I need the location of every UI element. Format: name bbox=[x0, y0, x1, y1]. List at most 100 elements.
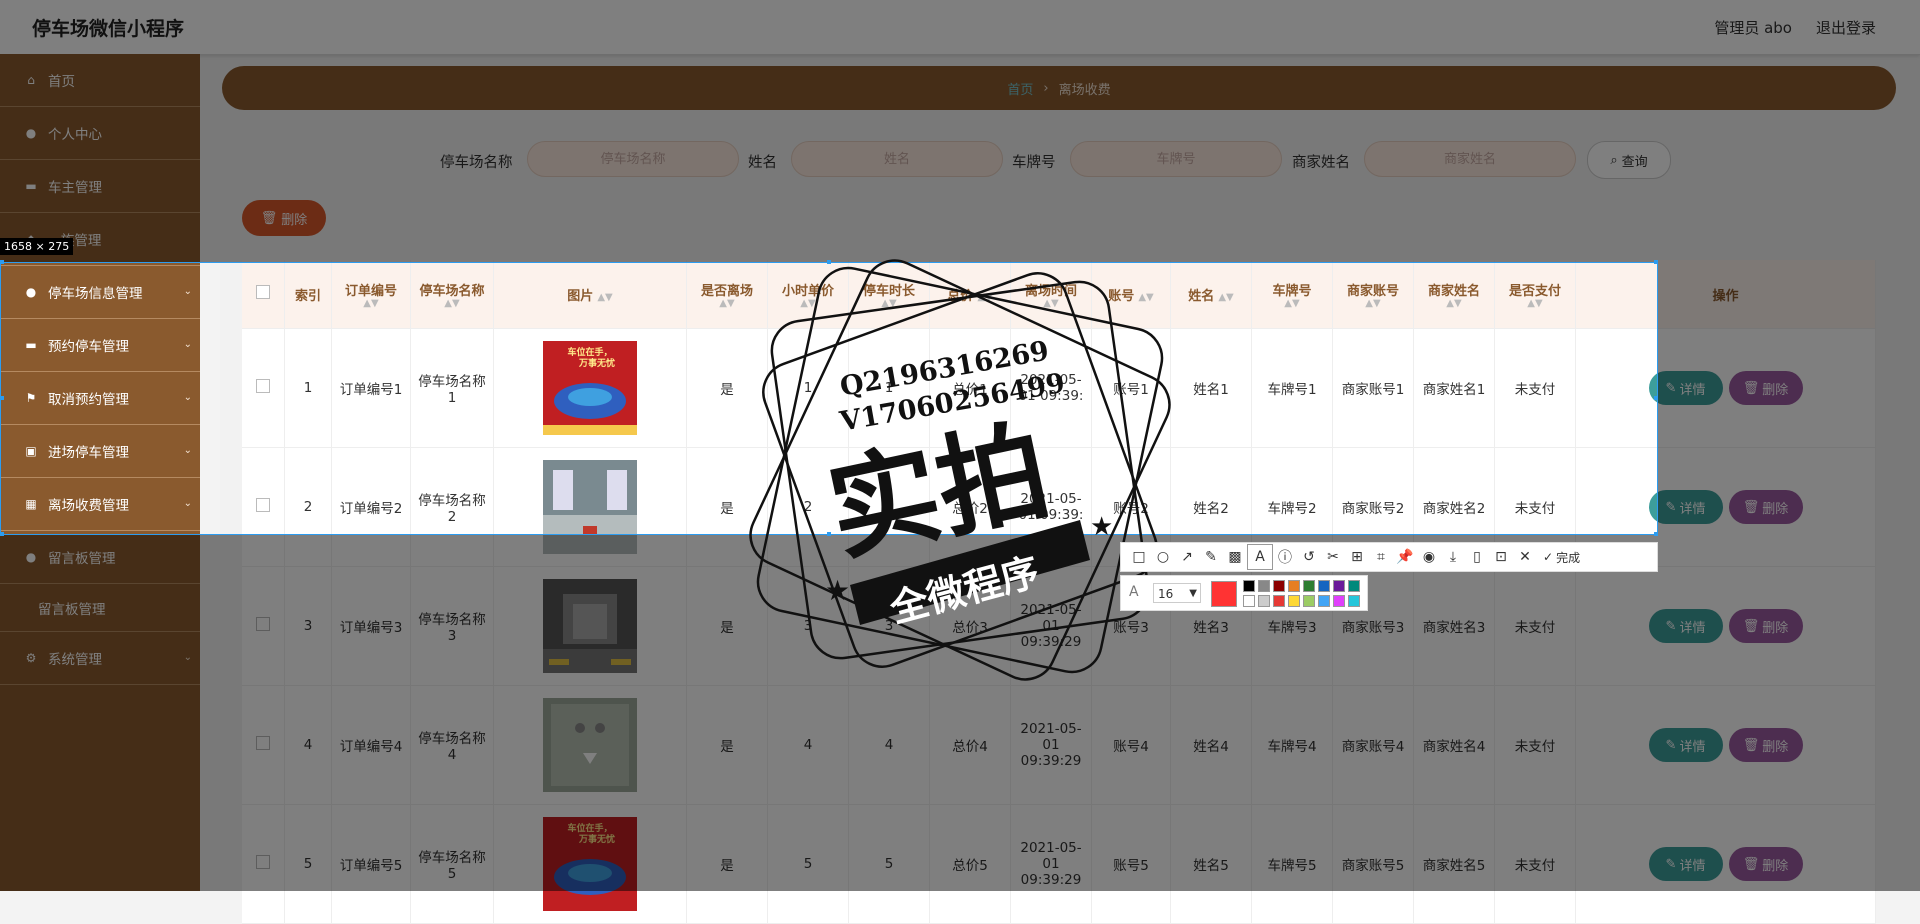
number-tool-icon[interactable]: ⓘ bbox=[1273, 545, 1297, 569]
phone-icon[interactable]: ▯ bbox=[1465, 545, 1489, 569]
sidebar-item-entry[interactable]: ▣ 进场停车管理 ⌄ bbox=[0, 425, 200, 478]
color-swatch[interactable] bbox=[1243, 580, 1255, 592]
plate-input[interactable] bbox=[1070, 141, 1282, 177]
color-swatch[interactable] bbox=[1303, 580, 1315, 592]
batch-delete-button[interactable]: 🗑 删除 bbox=[242, 200, 326, 236]
selection-handle[interactable] bbox=[0, 396, 4, 400]
row-delete-button[interactable]: 🗑 删除 bbox=[1728, 847, 1803, 881]
row-delete-button[interactable]: 🗑 删除 bbox=[1728, 371, 1803, 405]
merchant-input[interactable] bbox=[1364, 141, 1576, 177]
selection-handle[interactable] bbox=[1654, 260, 1658, 264]
scan-icon[interactable]: ⌗ bbox=[1369, 545, 1393, 569]
color-swatch[interactable] bbox=[1258, 595, 1270, 607]
col-leave[interactable]: 是否离场 ▲▼ bbox=[686, 260, 768, 329]
arrow-tool-icon[interactable]: ↗ bbox=[1175, 545, 1199, 569]
font-size-select[interactable]: 16 ▼ bbox=[1153, 583, 1201, 603]
row-delete-button[interactable]: 🗑 删除 bbox=[1728, 728, 1803, 762]
detail-button[interactable]: ✎ 详情 bbox=[1648, 728, 1723, 762]
sidebar-item-profile[interactable]: ● 个人中心 bbox=[0, 107, 200, 160]
current-color[interactable] bbox=[1211, 581, 1237, 607]
row-delete-button[interactable]: 🗑 删除 bbox=[1728, 490, 1803, 524]
pen-tool-icon[interactable]: ✎ bbox=[1199, 545, 1223, 569]
edit-icon: ✎ bbox=[1665, 499, 1677, 515]
record-icon[interactable]: ◉ bbox=[1417, 545, 1441, 569]
close-icon[interactable]: ✕ bbox=[1513, 545, 1537, 569]
sidebar-item-owners[interactable]: ▬ 车主管理 bbox=[0, 160, 200, 213]
row-checkbox[interactable] bbox=[256, 379, 270, 393]
data-table: 索引 订单编号 ▲▼ 停车场名称 ▲▼ 图片 ▲▼ 是否离场 ▲▼ 小时单价 ▲▼ 停车时… bbox=[242, 260, 1876, 924]
col-merchant-name[interactable]: 商家姓名 ▲▼ bbox=[1413, 260, 1495, 329]
color-swatch[interactable] bbox=[1288, 595, 1300, 607]
sidebar-item-exit-fee[interactable]: ▦ 离场收费管理 ⌄ bbox=[0, 478, 200, 531]
sort-icon: ▲▼ bbox=[597, 291, 613, 303]
logout-link[interactable]: 退出登录 bbox=[1816, 17, 1876, 38]
undo-icon[interactable]: ↺ bbox=[1297, 545, 1321, 569]
detail-button[interactable]: ✎ 详情 bbox=[1648, 490, 1723, 524]
sidebar-item-home[interactable]: ⌂ 首页 bbox=[0, 54, 200, 107]
pin-icon[interactable]: 📌 bbox=[1393, 545, 1417, 569]
search-button[interactable]: ⌕ 查询 bbox=[1587, 141, 1671, 179]
col-lot[interactable]: 停车场名称 ▲▼ bbox=[410, 260, 494, 329]
sidebar-item-messages[interactable]: ● 留言板管理 bbox=[0, 531, 200, 584]
detail-button[interactable]: ✎ 详情 bbox=[1648, 609, 1723, 643]
sidebar-item-system[interactable]: ⚙ 系统管理 ⌄ bbox=[0, 632, 200, 685]
cell-order: 订单编号5 bbox=[331, 804, 411, 924]
sidebar-item-cancel[interactable]: ⚑ 取消预约管理 ⌄ bbox=[0, 372, 200, 425]
detail-button[interactable]: ✎ 详情 bbox=[1648, 847, 1723, 881]
sidebar-item-reservation[interactable]: ▬ 预约停车管理 ⌄ bbox=[0, 319, 200, 372]
download-icon[interactable]: ⤓ bbox=[1441, 545, 1465, 569]
color-swatch[interactable] bbox=[1333, 580, 1345, 592]
cell-index: 5 bbox=[284, 804, 332, 924]
col-order[interactable]: 订单编号 ▲▼ bbox=[331, 260, 411, 329]
color-swatch[interactable] bbox=[1288, 580, 1300, 592]
bookmark-icon[interactable]: ⊡ bbox=[1489, 545, 1513, 569]
color-swatch[interactable] bbox=[1318, 595, 1330, 607]
scissor-icon[interactable]: ✂ bbox=[1321, 545, 1345, 569]
col-time[interactable]: 离场时间 ▲▼ bbox=[1010, 260, 1092, 329]
rectangle-tool-icon[interactable]: □ bbox=[1127, 545, 1151, 569]
selection-handle[interactable] bbox=[1654, 396, 1658, 400]
col-account[interactable]: 账号 ▲▼ bbox=[1091, 260, 1171, 329]
sidebar-subitem-messages[interactable]: 留言板管理 bbox=[0, 584, 200, 632]
row-delete-button[interactable]: 🗑 删除 bbox=[1728, 609, 1803, 643]
color-swatch[interactable] bbox=[1258, 580, 1270, 592]
detail-button[interactable]: ✎ 详情 bbox=[1648, 371, 1723, 405]
row-checkbox[interactable] bbox=[256, 498, 270, 512]
color-swatch[interactable] bbox=[1273, 595, 1285, 607]
selection-handle[interactable] bbox=[0, 260, 4, 264]
sidebar-item-lot-info[interactable]: ● 停车场信息管理 ⌄ bbox=[0, 266, 200, 319]
col-price[interactable]: 小时单价 ▲▼ bbox=[767, 260, 849, 329]
color-swatch[interactable] bbox=[1273, 580, 1285, 592]
row-checkbox[interactable] bbox=[256, 736, 270, 750]
done-button[interactable]: ✓ 完成 bbox=[1543, 549, 1580, 566]
col-paid[interactable]: 是否支付 ▲▼ bbox=[1494, 260, 1576, 329]
color-swatch[interactable] bbox=[1243, 595, 1255, 607]
color-swatch[interactable] bbox=[1333, 595, 1345, 607]
mosaic-tool-icon[interactable]: ▩ bbox=[1223, 545, 1247, 569]
selection-handle[interactable] bbox=[0, 532, 4, 536]
ocr-icon[interactable]: ⊞ bbox=[1345, 545, 1369, 569]
name-input[interactable] bbox=[791, 141, 1003, 177]
color-swatch[interactable] bbox=[1318, 580, 1330, 592]
col-plate[interactable]: 车牌号 ▲▼ bbox=[1251, 260, 1333, 329]
color-swatch[interactable] bbox=[1348, 580, 1360, 592]
color-swatch[interactable] bbox=[1348, 595, 1360, 607]
col-merchant-account[interactable]: 商家账号 ▲▼ bbox=[1332, 260, 1414, 329]
col-duration[interactable]: 停车时长 ▲▼ bbox=[848, 260, 930, 329]
breadcrumb-home[interactable]: 首页 bbox=[1007, 79, 1033, 98]
row-checkbox[interactable] bbox=[256, 855, 270, 869]
selection-handle[interactable] bbox=[827, 532, 831, 536]
selection-handle[interactable] bbox=[1654, 532, 1658, 536]
lot-name-input[interactable] bbox=[527, 141, 739, 177]
select-all-checkbox[interactable] bbox=[256, 285, 270, 299]
col-total[interactable]: 总价 ▲▼ bbox=[929, 260, 1011, 329]
text-tool-icon[interactable]: A bbox=[1247, 544, 1273, 570]
cell-paid: 未支付 bbox=[1494, 566, 1576, 686]
selection-handle[interactable] bbox=[827, 260, 831, 264]
col-image[interactable]: 图片 ▲▼ bbox=[493, 260, 687, 329]
ellipse-tool-icon[interactable]: ○ bbox=[1151, 545, 1175, 569]
color-swatch[interactable] bbox=[1303, 595, 1315, 607]
cell-leave: 是 bbox=[686, 566, 768, 686]
row-checkbox[interactable] bbox=[256, 617, 270, 631]
col-name[interactable]: 姓名 ▲▼ bbox=[1170, 260, 1252, 329]
